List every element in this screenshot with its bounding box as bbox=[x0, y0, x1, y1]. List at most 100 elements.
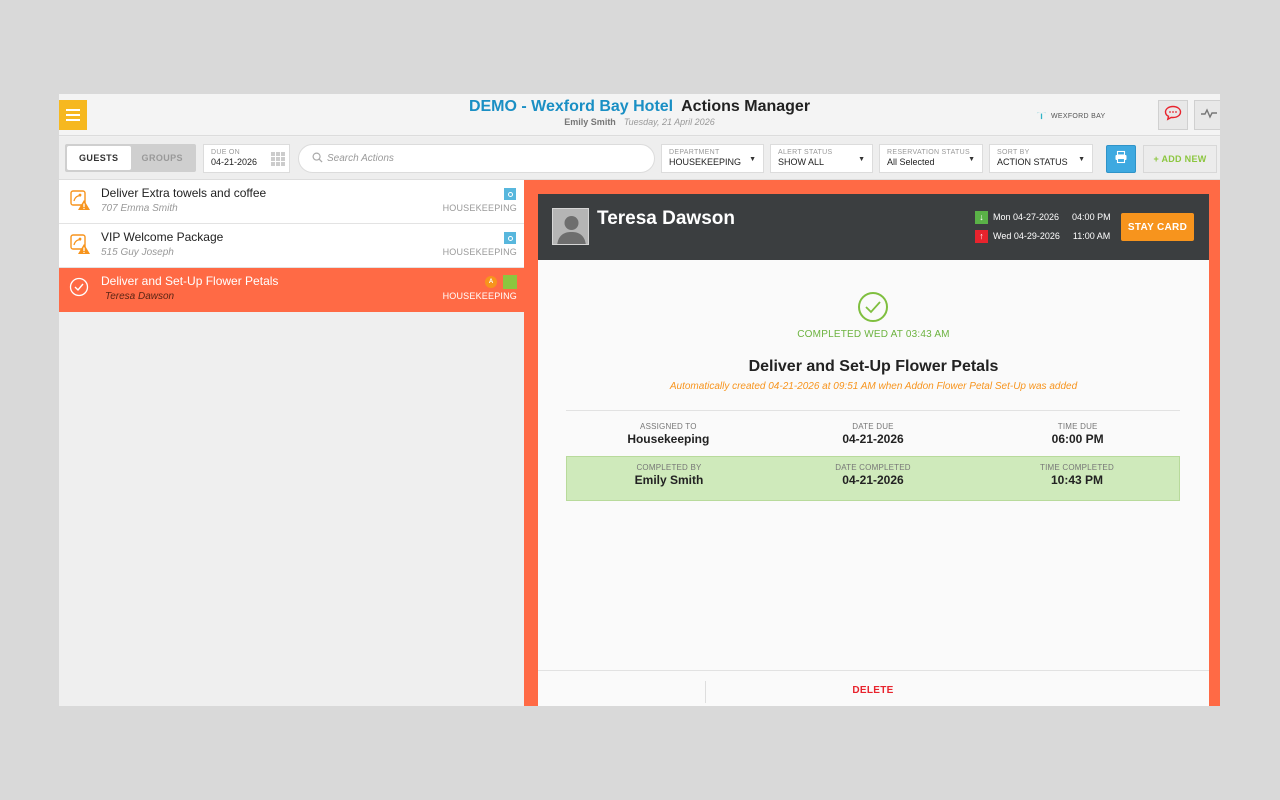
caret-down-icon: ▼ bbox=[968, 156, 975, 163]
sort-by-select[interactable]: SORT BY ACTION STATUS ▼ bbox=[989, 144, 1093, 173]
departure-row: ↑ Wed 04-29-2026 11:00 AM bbox=[975, 229, 1111, 243]
list-item[interactable]: Deliver Extra towels and coffee 707 Emma… bbox=[59, 180, 524, 224]
app-header: DEMO - Wexford Bay Hotel Actions Manager … bbox=[59, 94, 1220, 136]
completed-by-label: COMPLETED BY bbox=[636, 463, 702, 472]
pulse-icon bbox=[1200, 106, 1218, 124]
completed-status: COMPLETED WED AT 03:43 AM bbox=[797, 329, 950, 340]
completed-check-icon bbox=[858, 292, 888, 322]
app-window: DEMO - Wexford Bay Hotel Actions Manager … bbox=[59, 94, 1220, 706]
due-on-date-picker[interactable]: DUE ON 04-21-2026 bbox=[203, 144, 290, 173]
caret-down-icon: ▼ bbox=[749, 156, 756, 163]
arrival-row: ↓ Mon 04-27-2026 04:00 PM bbox=[975, 210, 1111, 224]
filter-toolbar: GUESTS GROUPS DUE ON 04-21-2026 DEPARTME… bbox=[59, 137, 1220, 180]
time-completed-value: 10:43 PM bbox=[1050, 473, 1104, 487]
action-detail-card: Teresa Dawson ↓ Mon 04-27-2026 04:00 PM … bbox=[538, 194, 1209, 706]
date-due-label: DATE DUE bbox=[852, 422, 894, 431]
search-input[interactable] bbox=[327, 153, 627, 164]
arrow-up-icon: ↑ bbox=[975, 229, 988, 243]
alert-status-label: ALERT STATUS bbox=[778, 149, 833, 156]
departure-time: 11:00 AM bbox=[1072, 231, 1111, 241]
time-due-label: TIME DUE bbox=[1057, 422, 1098, 431]
stay-dates: ↓ Mon 04-27-2026 04:00 PM ↑ Wed 04-29-20… bbox=[975, 210, 1111, 248]
chat-bubble-icon bbox=[1164, 105, 1182, 126]
print-button[interactable] bbox=[1106, 145, 1136, 173]
action-guest: 707 Emma Smith bbox=[101, 203, 178, 214]
assigned-to-label: ASSIGNED TO bbox=[640, 422, 697, 431]
list-item[interactable]: VIP Welcome Package 515 Guy Joseph HOUSE… bbox=[59, 224, 524, 268]
time-due-value: 06:00 PM bbox=[1051, 432, 1104, 446]
guests-groups-toggle: GUESTS GROUPS bbox=[65, 144, 196, 172]
auto-created-note: Automatically created 04-21-2026 at 09:5… bbox=[669, 381, 1078, 392]
action-department: HOUSEKEEPING bbox=[442, 291, 517, 301]
assignment-row: ASSIGNED TO Housekeeping DATE DUE 04-21-… bbox=[566, 416, 1180, 461]
date-due-value: 04-21-2026 bbox=[842, 432, 904, 446]
palm-tree-icon bbox=[1036, 109, 1047, 123]
detail-action-title: Deliver and Set-Up Flower Petals bbox=[748, 358, 999, 375]
status-badge bbox=[504, 188, 516, 200]
actions-list: Deliver Extra towels and coffee 707 Emma… bbox=[59, 180, 524, 706]
caret-down-icon: ▼ bbox=[858, 156, 865, 163]
completion-row: COMPLETED BY Emily Smith DATE COMPLETED … bbox=[566, 456, 1180, 501]
date-completed-cell: DATE COMPLETED 04-21-2026 bbox=[771, 457, 975, 500]
brand-name: WEXFORD BAY bbox=[1051, 112, 1106, 120]
add-new-button[interactable]: + ADD NEW bbox=[1143, 145, 1217, 173]
alert-status-value: SHOW ALL bbox=[778, 157, 825, 167]
time-completed-label: TIME COMPLETED bbox=[1040, 463, 1114, 472]
footer-divider bbox=[705, 681, 706, 703]
time-completed-cell: TIME COMPLETED 10:43 PM bbox=[975, 457, 1179, 500]
calendar-grid-icon bbox=[271, 152, 285, 166]
check-circle-icon bbox=[69, 277, 91, 299]
alert-status-select[interactable]: ALERT STATUS SHOW ALL ▼ bbox=[770, 144, 873, 173]
delete-button[interactable]: DELETE bbox=[838, 685, 908, 696]
status-badge bbox=[504, 232, 516, 244]
avatar bbox=[552, 208, 589, 245]
addon-badge: A bbox=[485, 276, 497, 288]
action-guest: Teresa Dawson bbox=[105, 291, 175, 302]
arrow-down-icon: ↓ bbox=[975, 210, 988, 224]
sort-by-label: SORT BY bbox=[997, 149, 1030, 156]
assigned-to-value: Housekeeping bbox=[627, 432, 710, 446]
action-alert-icon bbox=[69, 189, 91, 211]
date-completed-value: 04-21-2026 bbox=[842, 473, 904, 487]
time-due-cell: TIME DUE 06:00 PM bbox=[975, 416, 1180, 461]
sort-by-value: ACTION STATUS bbox=[997, 157, 1068, 167]
action-detail-pane: Teresa Dawson ↓ Mon 04-27-2026 04:00 PM … bbox=[524, 180, 1220, 706]
brand-logo: WEXFORD BAY bbox=[1036, 109, 1106, 123]
action-department: HOUSEKEEPING bbox=[442, 203, 517, 213]
list-item-selected[interactable]: Deliver and Set-Up Flower Petals Teresa … bbox=[59, 268, 524, 312]
current-date: Tuesday, 21 April 2026 bbox=[623, 117, 715, 127]
department-label: DEPARTMENT bbox=[669, 149, 720, 156]
caret-down-icon: ▼ bbox=[1078, 156, 1085, 163]
status-badges: A bbox=[485, 275, 517, 289]
stay-card-button[interactable]: STAY CARD bbox=[1121, 213, 1194, 241]
tab-groups[interactable]: GROUPS bbox=[131, 146, 195, 170]
action-guest: 515 Guy Joseph bbox=[101, 247, 174, 258]
assigned-to-cell: ASSIGNED TO Housekeeping bbox=[566, 416, 771, 461]
action-alert-icon bbox=[69, 233, 91, 255]
current-user: Emily Smith bbox=[564, 117, 616, 127]
action-title: Deliver Extra towels and coffee bbox=[101, 186, 267, 200]
completed-badge bbox=[503, 275, 517, 289]
hotel-title: DEMO - Wexford Bay Hotel bbox=[468, 98, 674, 115]
activity-button[interactable] bbox=[1194, 100, 1220, 130]
guest-name: Teresa Dawson bbox=[597, 208, 735, 229]
department-select[interactable]: DEPARTMENT HOUSEKEEPING ▼ bbox=[661, 144, 764, 173]
search-bar bbox=[298, 144, 655, 173]
reservation-status-label: RESERVATION STATUS bbox=[887, 149, 970, 156]
date-completed-label: DATE COMPLETED bbox=[835, 463, 911, 472]
chat-button[interactable] bbox=[1158, 100, 1188, 130]
tab-guests[interactable]: GUESTS bbox=[67, 146, 131, 170]
action-department: HOUSEKEEPING bbox=[442, 247, 517, 257]
card-footer: DELETE bbox=[538, 670, 1209, 706]
department-value: HOUSEKEEPING bbox=[669, 157, 742, 167]
printer-icon bbox=[1114, 150, 1128, 169]
reservation-status-select[interactable]: RESERVATION STATUS All Selected ▼ bbox=[879, 144, 983, 173]
divider bbox=[566, 410, 1180, 411]
action-title: VIP Welcome Package bbox=[101, 230, 224, 244]
completed-by-value: Emily Smith bbox=[634, 473, 704, 487]
arrival-date: Mon 04-27-2026 bbox=[993, 212, 1060, 222]
guest-header: Teresa Dawson ↓ Mon 04-27-2026 04:00 PM … bbox=[538, 194, 1209, 260]
action-title: Deliver and Set-Up Flower Petals bbox=[101, 274, 279, 288]
date-due-cell: DATE DUE 04-21-2026 bbox=[771, 416, 976, 461]
completed-by-cell: COMPLETED BY Emily Smith bbox=[567, 457, 771, 500]
